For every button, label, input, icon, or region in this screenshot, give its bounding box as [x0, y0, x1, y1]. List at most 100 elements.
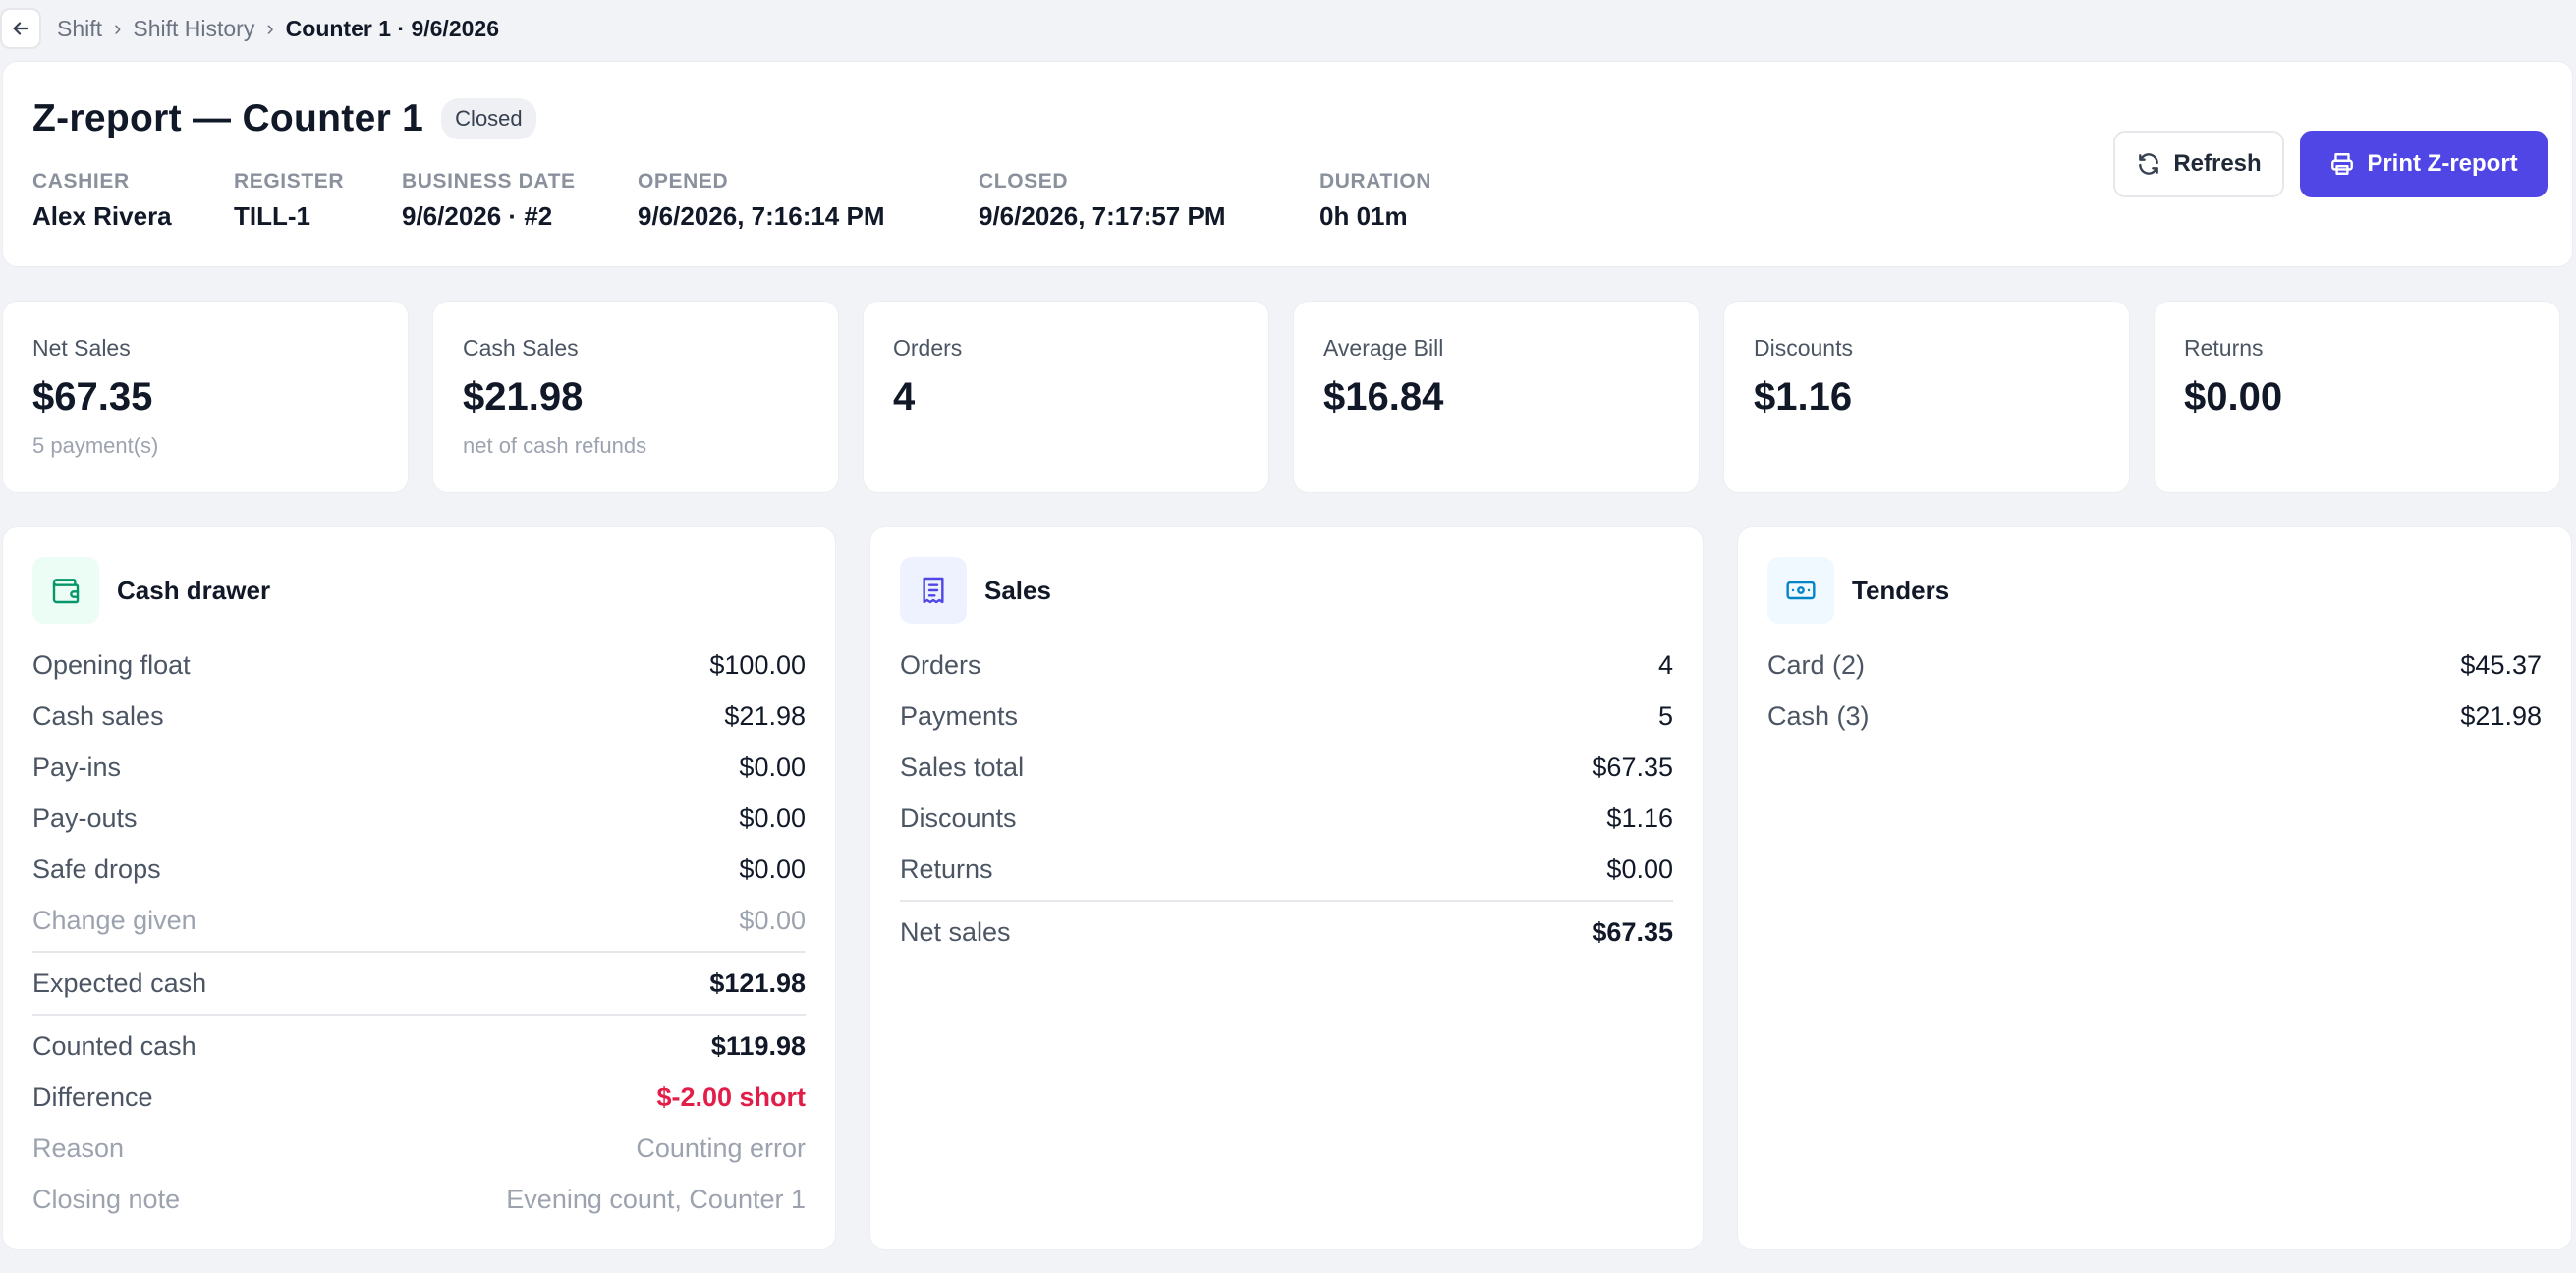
refresh-button[interactable]: Refresh [2113, 131, 2284, 197]
row-pay-outs: Pay-outs $0.00 [32, 793, 806, 844]
report-header: Z-report — Counter 1 Closed CASHIER Alex… [2, 61, 2573, 267]
row-label: Card (2) [1767, 649, 1866, 680]
meta-label: DURATION [1319, 170, 1432, 193]
row-pay-ins: Pay-ins $0.00 [32, 742, 806, 793]
row-value: $121.98 [709, 968, 806, 998]
stat-sub: 5 payment(s) [32, 433, 159, 458]
row-card: Card (2) $45.37 [1767, 639, 2542, 691]
stat-value: $21.98 [463, 375, 584, 418]
print-z-report-button[interactable]: Print Z-report [2300, 131, 2548, 197]
stat-value: $16.84 [1323, 375, 1444, 418]
row-difference: Difference $-2.00 short [32, 1072, 806, 1123]
meta-label: BUSINESS DATE [402, 170, 576, 193]
row-payments: Payments 5 [900, 691, 1673, 742]
printer-icon [2331, 153, 2354, 175]
stat-label: Discounts [1754, 335, 1853, 360]
breadcrumb: Shift › Shift History › Counter 1 · 9/6/… [0, 0, 499, 57]
tenders-panel: Tenders Card (2) $45.37 Cash (3) $21.98 [1737, 526, 2572, 1250]
row-label: Change given [32, 905, 196, 935]
stat-label: Returns [2184, 335, 2264, 360]
stat-value: $67.35 [32, 375, 153, 418]
row-value: $45.37 [2460, 649, 2542, 680]
row-label: Opening float [32, 649, 191, 680]
meta-register: REGISTER TILL-1 [234, 170, 402, 232]
meta-label: REGISTER [234, 170, 345, 193]
row-reason: Reason Counting error [32, 1123, 806, 1174]
stat-orders: Orders 4 [863, 301, 1269, 493]
shift-meta: CASHIER Alex Rivera REGISTER TILL-1 BUSI… [32, 170, 1516, 232]
stat-value: $1.16 [1754, 375, 1853, 418]
stat-net-sales: Net Sales $67.35 5 payment(s) [2, 301, 409, 493]
breadcrumb-shift[interactable]: Shift [57, 16, 102, 42]
row-value: $0.00 [739, 803, 806, 833]
row-value: $0.00 [1606, 854, 1673, 884]
row-value: $0.00 [739, 905, 806, 935]
stat-cash-sales: Cash Sales $21.98 net of cash refunds [432, 301, 839, 493]
row-value: 4 [1657, 649, 1673, 680]
wallet-icon [32, 557, 99, 624]
row-label: Payments [900, 700, 1019, 731]
row-counted-cash: Counted cash $119.98 [32, 1021, 806, 1072]
cash-drawer-title: Cash drawer [117, 575, 271, 605]
row-label: Reason [32, 1133, 125, 1163]
sales-panel: Sales Orders 4 Payments 5 Sales total $6… [869, 526, 1704, 1250]
meta-closed: CLOSED 9/6/2026, 7:17:57 PM [979, 170, 1319, 232]
stat-discounts: Discounts $1.16 [1723, 301, 2130, 493]
row-label: Closing note [32, 1184, 181, 1214]
row-label: Discounts [900, 803, 1017, 833]
row-closing-note: Closing note Evening count, Counter 1 [32, 1174, 806, 1225]
row-orders: Orders 4 [900, 639, 1673, 691]
stat-sub: net of cash refunds [463, 433, 647, 458]
stat-returns: Returns $0.00 [2154, 301, 2560, 493]
row-label: Counted cash [32, 1030, 196, 1061]
row-value: Evening count, Counter 1 [506, 1184, 806, 1214]
row-expected-cash: Expected cash $121.98 [32, 958, 806, 1009]
banknote-icon [1767, 557, 1834, 624]
meta-cashier: CASHIER Alex Rivera [32, 170, 234, 232]
row-safe-drops: Safe drops $0.00 [32, 844, 806, 895]
stat-value: 4 [893, 375, 916, 418]
arrow-left-icon [13, 22, 28, 35]
print-label: Print Z-report [2367, 150, 2518, 177]
refresh-icon [2139, 153, 2159, 175]
row-label: Returns [900, 854, 993, 884]
row-discounts: Discounts $1.16 [900, 793, 1673, 844]
row-label: Net sales [900, 916, 1011, 947]
sales-title: Sales [984, 575, 1051, 605]
row-value: 5 [1657, 700, 1673, 731]
row-value: $0.00 [739, 751, 806, 782]
row-value: $67.35 [1592, 916, 1673, 947]
meta-value: Alex Rivera [32, 201, 172, 231]
meta-value: 0h 01m [1319, 201, 1408, 231]
row-value: $21.98 [2460, 700, 2542, 731]
row-value: $-2.00 short [656, 1081, 806, 1112]
meta-opened: OPENED 9/6/2026, 7:16:14 PM [638, 170, 979, 232]
row-sales-total: Sales total $67.35 [900, 742, 1673, 793]
meta-business-date: BUSINESS DATE 9/6/2026 · #2 [402, 170, 638, 232]
row-label: Expected cash [32, 968, 207, 998]
row-cash: Cash (3) $21.98 [1767, 691, 2542, 742]
meta-label: CASHIER [32, 170, 130, 193]
row-label: Cash sales [32, 700, 164, 731]
row-label: Pay-ins [32, 751, 122, 782]
divider [32, 1014, 806, 1016]
row-value: $21.98 [724, 700, 806, 731]
divider [32, 951, 806, 953]
row-label: Pay-outs [32, 803, 138, 833]
stat-value: $0.00 [2184, 375, 2283, 418]
breadcrumb-shift-history[interactable]: Shift History [133, 16, 254, 42]
row-label: Safe drops [32, 854, 161, 884]
row-label: Sales total [900, 751, 1025, 782]
chevron-right-icon: › [114, 16, 122, 40]
refresh-label: Refresh [2173, 150, 2262, 177]
row-net-sales: Net sales $67.35 [900, 907, 1673, 958]
row-value: $67.35 [1592, 751, 1673, 782]
divider [900, 900, 1673, 902]
meta-duration: DURATION 0h 01m [1319, 170, 1516, 232]
back-button[interactable] [0, 8, 41, 49]
row-returns: Returns $0.00 [900, 844, 1673, 895]
row-value: $1.16 [1606, 803, 1673, 833]
row-value: Counting error [636, 1133, 806, 1163]
status-badge: Closed [441, 98, 536, 139]
meta-label: OPENED [638, 170, 729, 193]
